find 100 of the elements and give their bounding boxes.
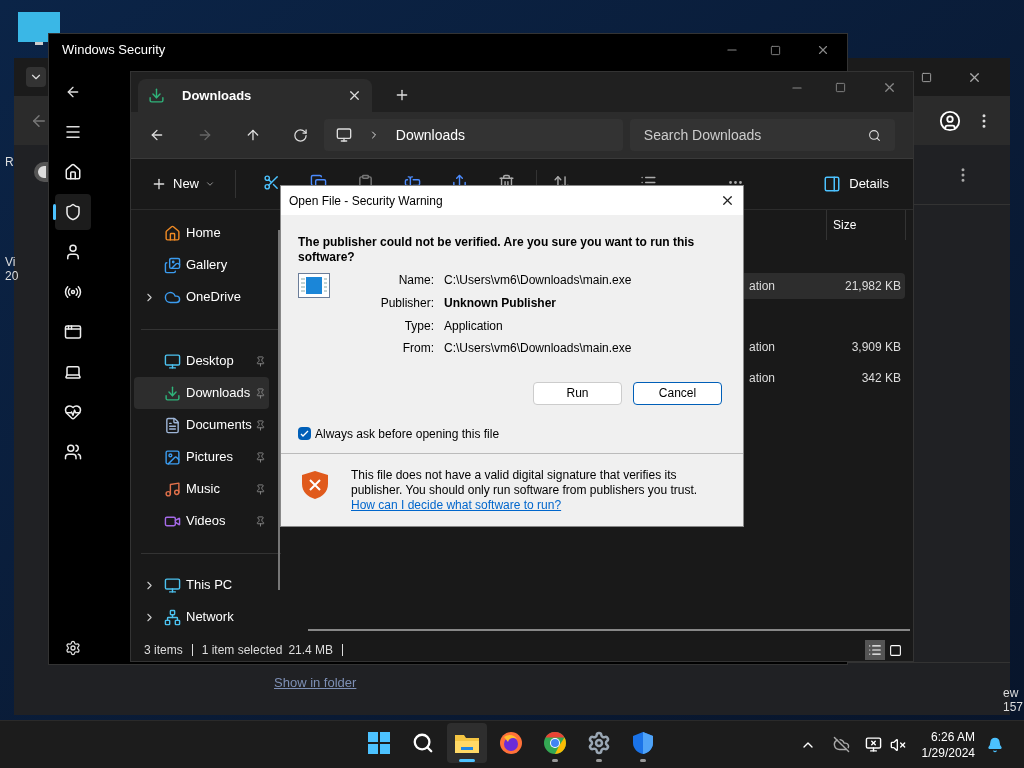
- sidebar-label: Network: [186, 608, 235, 627]
- selection-info: 1 item selected: [201, 642, 283, 659]
- show-in-folder-link[interactable]: Show in folder: [274, 673, 357, 705]
- checkbox-label: Always ask before opening this file: [315, 425, 500, 443]
- settings-icon[interactable]: [65, 640, 81, 656]
- tab-search-button[interactable]: [26, 67, 46, 87]
- laptop-icon: [64, 363, 82, 381]
- breadcrumb-item[interactable]: Downloads: [395, 124, 466, 146]
- sidebar-item[interactable]: OneDrive: [134, 281, 269, 313]
- refresh-icon[interactable]: [292, 127, 308, 143]
- warning-text: This file does not have a valid digital signature that verifies its publisher. You should only run software from publishers you trust. How can I decide what software to run?: [351, 467, 699, 513]
- field-label: Publisher:: [379, 295, 434, 313]
- date-text: 1/29/2024: [921, 744, 975, 761]
- monitor-icon: [164, 576, 181, 594]
- square-icon: [888, 643, 902, 657]
- details-pane-icon: [823, 175, 842, 193]
- sidebar-label: This PC: [186, 576, 234, 595]
- maximize-icon[interactable]: [770, 44, 781, 56]
- new-tab-icon[interactable]: [394, 87, 410, 103]
- bell-icon[interactable]: [987, 736, 1003, 753]
- field-value: C:\Users\vm6\Downloads\main.exe: [444, 340, 632, 358]
- address-bar[interactable]: Downloads: [323, 119, 623, 151]
- antenna-icon: [64, 283, 82, 301]
- run-button[interactable]: Run: [533, 381, 622, 405]
- type-cell-text: ation: [749, 369, 776, 387]
- sidebar-item[interactable]: Gallery: [134, 249, 269, 281]
- maximize-icon[interactable]: [835, 82, 846, 93]
- cancel-button[interactable]: Cancel: [633, 381, 722, 405]
- monitor-icon[interactable]: [18, 12, 60, 45]
- picture-icon: [164, 448, 181, 466]
- field-value: Application: [444, 317, 503, 335]
- tab-title: Downloads: [182, 86, 252, 105]
- text-fragment: 20: [5, 269, 19, 283]
- sidebar-label: Downloads: [186, 384, 252, 403]
- sidebar-item[interactable]: This PC: [134, 569, 269, 601]
- search-field[interactable]: Search Downloads: [629, 119, 895, 151]
- network-icon[interactable]: [864, 736, 882, 753]
- cloud-off-icon[interactable]: [832, 736, 850, 753]
- house-icon: [164, 224, 181, 242]
- dialog-title: Open File - Security Warning: [289, 192, 444, 210]
- sidebar-label: Documents: [186, 416, 253, 435]
- sidebar-item[interactable]: Pictures: [134, 441, 269, 473]
- selection-size: 21.4 MB: [288, 642, 334, 659]
- type-cell-text: ation: [749, 277, 776, 295]
- text-fragment: R: [5, 155, 15, 169]
- sidebar-label: Desktop: [186, 352, 235, 371]
- size-cell-text: 21,982 KB: [844, 277, 902, 295]
- family-icon: [64, 443, 82, 461]
- sidebar-label: Gallery: [186, 256, 229, 275]
- type-cell-text: ation: [749, 338, 776, 356]
- window-icon: [64, 323, 82, 341]
- close-icon[interactable]: [720, 193, 735, 208]
- help-link[interactable]: How can I decide what software to run?: [351, 497, 562, 512]
- size-cell-text: 3,909 KB: [851, 338, 902, 356]
- sidebar-item[interactable]: Music: [134, 473, 269, 505]
- close-tab-icon[interactable]: [347, 88, 362, 103]
- close-icon[interactable]: [816, 43, 830, 57]
- sidebar-item[interactable]: Downloads: [134, 377, 269, 409]
- back-icon[interactable]: [65, 84, 81, 100]
- text-fragment: ew: [1003, 686, 1020, 700]
- sidebar-item[interactable]: Network: [134, 601, 269, 633]
- search-icon: [412, 732, 434, 754]
- sidebar-label: Videos: [186, 512, 227, 531]
- field-value: Unknown Publisher: [444, 295, 556, 313]
- details-button[interactable]: Details: [823, 174, 889, 194]
- download-icon: [148, 87, 165, 104]
- search-icon: [868, 128, 881, 142]
- volume-muted-icon[interactable]: [889, 736, 906, 753]
- person-icon: [64, 243, 82, 261]
- warning-heading: The publisher could not be verified. Are you sure you want to run this software?: [298, 235, 696, 265]
- monitor-icon: [335, 127, 352, 143]
- sidebar-item[interactable]: Documents: [134, 409, 269, 441]
- menu-icon[interactable]: [64, 123, 82, 141]
- taskbar-app-button[interactable]: [447, 723, 487, 763]
- avatar-icon[interactable]: [939, 109, 961, 132]
- application-icon: [298, 273, 330, 298]
- music-icon: [164, 480, 181, 498]
- maximize-icon[interactable]: [921, 71, 932, 83]
- details-view-button[interactable]: [865, 640, 885, 660]
- shield-icon: [632, 731, 654, 755]
- column-header[interactable]: Size: [826, 210, 906, 240]
- sidebar-label: Home: [186, 224, 222, 243]
- sidebar-label: Pictures: [186, 448, 234, 467]
- time-text: 6:26 AM: [930, 728, 975, 745]
- new-button[interactable]: New: [151, 174, 215, 194]
- explorer-tab[interactable]: Downloads: [138, 79, 372, 112]
- checkbox[interactable]: [298, 427, 311, 441]
- grid-icon: [367, 731, 391, 755]
- clock[interactable]: 6:26 AM 1/29/2024: [921, 728, 975, 761]
- scissors-icon[interactable]: [263, 173, 280, 191]
- sidebar-item[interactable]: Videos: [134, 505, 269, 537]
- chrome-ball-icon: [543, 731, 567, 755]
- back-icon[interactable]: [149, 127, 165, 143]
- nav-item[interactable]: [55, 194, 91, 230]
- field-label: Name:: [397, 272, 434, 290]
- download-icon: [164, 384, 181, 402]
- sidebar-item[interactable]: Home: [134, 217, 269, 249]
- field-value: C:\Users\vm6\Downloads\main.exe: [444, 272, 632, 290]
- sidebar-item[interactable]: Desktop: [134, 345, 269, 377]
- home-icon: [64, 163, 82, 181]
